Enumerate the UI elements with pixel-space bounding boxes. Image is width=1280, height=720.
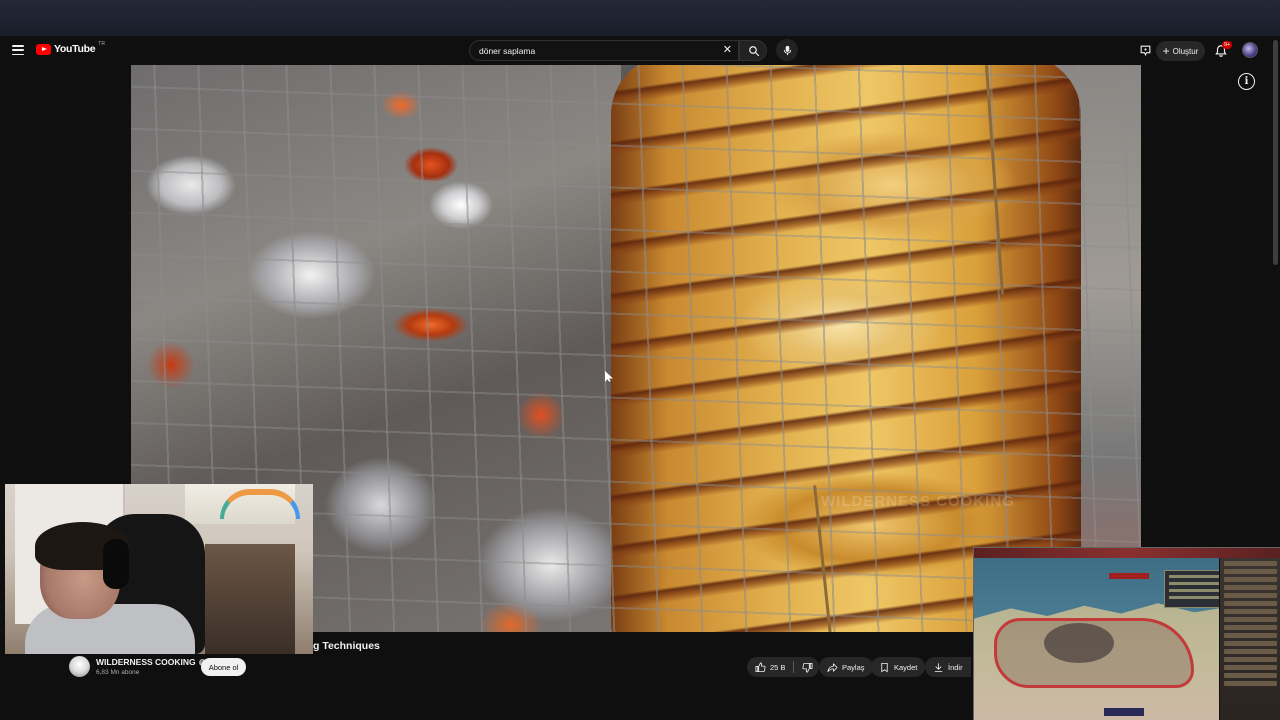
download-label: İndir [948, 662, 963, 672]
youtube-masthead: YouTube TR döner saplama ✕ + Oluştur 9+ [0, 36, 1280, 65]
logo-country-code: TR [98, 41, 105, 47]
save-button[interactable]: Kaydet [871, 657, 926, 677]
webcam-door [205, 544, 295, 654]
youtube-play-icon [36, 43, 51, 55]
create-label: Oluştur [1172, 46, 1199, 56]
create-button[interactable]: + Oluştur [1156, 41, 1205, 61]
channel-name[interactable]: WILDERNESS COOKING [96, 657, 196, 667]
game-map-label [1109, 573, 1149, 579]
search-icon [749, 46, 760, 57]
plus-icon: + [1162, 44, 1170, 58]
game-map-overlay [973, 547, 1280, 720]
game-side-panel [1219, 558, 1280, 720]
channel-name-row[interactable]: WILDERNESS COOKING ✓ [96, 657, 206, 667]
account-avatar[interactable] [1242, 42, 1258, 58]
game-map-region [1044, 623, 1114, 663]
logo-text: YouTube [54, 43, 96, 55]
thumbs-down-icon[interactable] [802, 662, 813, 673]
like-dislike-group: 25 B [747, 657, 819, 677]
hamburger-menu-icon[interactable] [10, 43, 26, 57]
cast-icon[interactable] [1139, 44, 1152, 57]
like-count[interactable]: 25 B [770, 663, 785, 672]
save-playlist-icon [881, 662, 888, 672]
search-input[interactable]: döner saplama ✕ [469, 40, 739, 61]
close-icon[interactable]: ✕ [723, 44, 732, 57]
search-query[interactable]: döner saplama [479, 46, 535, 56]
video-title: g Techniques [313, 640, 380, 652]
thumbs-up-icon[interactable] [755, 662, 766, 673]
subscriber-count: 6,83 Mn abone [96, 669, 140, 676]
subscribe-button[interactable]: Abone ol [201, 658, 246, 676]
game-bottom-bar [1104, 708, 1144, 716]
share-label: Paylaş [842, 662, 865, 672]
notification-badge: 9+ [1222, 41, 1233, 49]
youtube-logo[interactable]: YouTube TR [36, 41, 105, 55]
webcam-headset [103, 539, 129, 589]
search-button[interactable] [739, 40, 767, 61]
share-button[interactable]: Paylaş [819, 657, 873, 677]
download-icon [934, 662, 943, 672]
like-divider [793, 661, 795, 673]
save-label: Kaydet [894, 662, 918, 672]
info-icon[interactable]: i [1238, 73, 1255, 90]
game-top-bar [974, 548, 1280, 558]
browser-top-strip [0, 0, 1280, 36]
microphone-icon [783, 45, 791, 55]
share-icon [827, 662, 838, 672]
streamer-webcam-overlay [5, 484, 313, 654]
channel-info[interactable]: WILDERNESS COOKING ✓ 6,83 Mn abone [69, 656, 206, 677]
channel-avatar[interactable] [69, 656, 90, 677]
channel-text: WILDERNESS COOKING ✓ 6,83 Mn abone [96, 657, 206, 676]
video-watermark: WILDERNESS COOKING [821, 493, 1015, 510]
webcam-person-shirt [25, 604, 195, 654]
download-button[interactable]: İndir [925, 657, 971, 677]
page-scrollbar[interactable] [1273, 40, 1278, 265]
voice-search-button[interactable] [776, 39, 798, 61]
